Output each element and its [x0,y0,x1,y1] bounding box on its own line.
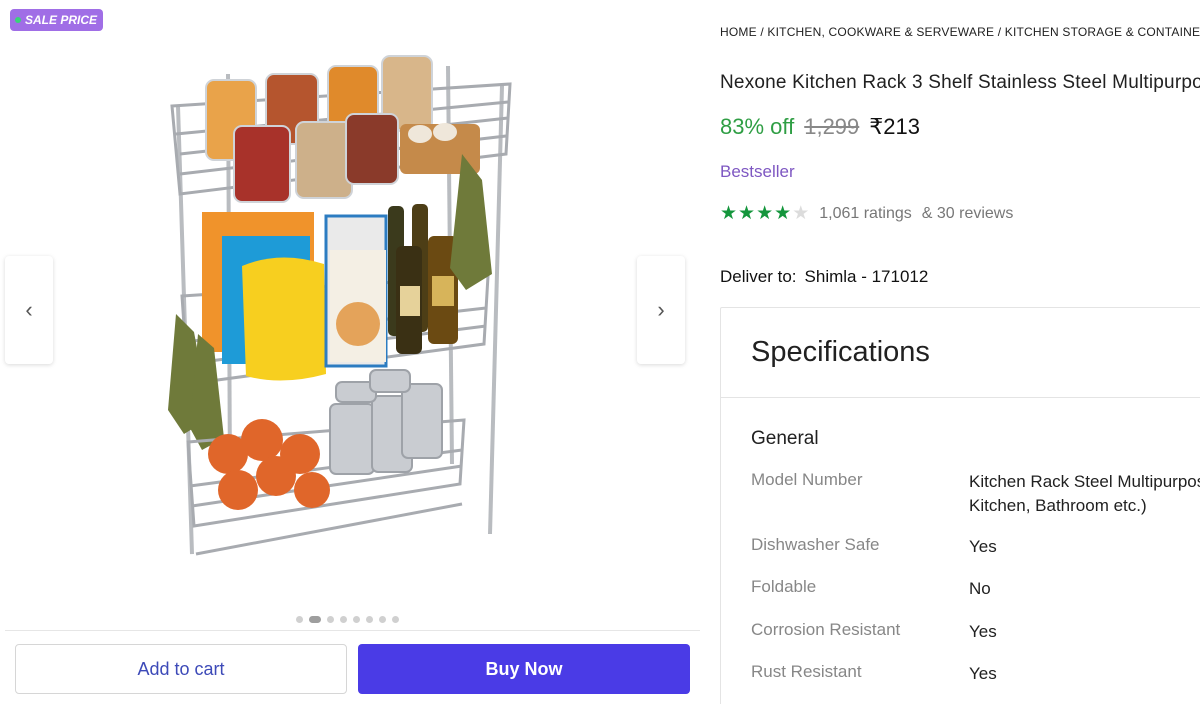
badge-dot-icon [15,17,21,23]
rating-row[interactable]: ★ ★ ★ ★ ★ 1,061 ratings & 30 reviews [720,202,1013,225]
spec-value: No [969,579,991,598]
spec-value: Kitchen Rack Steel Multipurpose Kitchen,… [969,470,1200,518]
spec-key: Model Number [751,470,863,489]
breadcrumb-separator: / [994,25,1005,39]
breadcrumb-separator: / [756,25,768,39]
deliver-label: Deliver to: [720,267,797,286]
rating-stars: ★ ★ ★ ★ ★ [720,202,809,225]
carousel-dot[interactable] [296,616,303,623]
chevron-left-icon: ‹ [25,297,33,322]
image-gallery: SALE PRICE ‹ › Add to cart Buy Now [0,0,705,704]
carousel-dot[interactable] [340,616,347,623]
star-icon: ★ [720,203,738,224]
carousel-dot[interactable] [327,616,334,623]
discount-percent: 83% off [720,114,795,139]
spec-key: Dishwasher Safe [751,535,880,554]
add-to-cart-button[interactable]: Add to cart [15,644,347,694]
spec-value-line: Kitchen Rack Steel Multipurpose [969,472,1200,491]
breadcrumb-link[interactable]: KITCHEN, COOKWARE & SERVEWARE [767,25,994,39]
carousel-dot[interactable] [309,616,321,623]
delivery-location[interactable]: Deliver to: Shimla - 171012 [720,267,928,287]
star-icon: ★ [756,203,774,224]
prev-image-button[interactable]: ‹ [5,256,53,364]
product-image[interactable] [110,14,580,604]
buy-now-button[interactable]: Buy Now [358,644,690,694]
carousel-dot[interactable] [366,616,373,623]
original-price: 1,299 [804,114,860,139]
price-row: 83% off 1,299 ₹213 [720,114,920,140]
spec-section-title: General [751,428,819,449]
breadcrumb: HOME / KITCHEN, COOKWARE & SERVEWARE / K… [720,25,1200,39]
star-icon: ★ [738,203,756,224]
spec-value: Yes [969,537,997,556]
deliver-pincode: Shimla - 171012 [804,267,929,286]
sale-price-label: SALE PRICE [25,13,98,27]
breadcrumb-link[interactable]: HOME [720,25,757,39]
ratings-count: 1,061 ratings [819,204,912,222]
carousel-dots [0,616,695,623]
specifications-heading: Specifications [721,308,1200,398]
sale-price-badge: SALE PRICE [10,9,104,31]
breadcrumb-link[interactable]: KITCHEN STORAGE & CONTAINERS [1005,25,1200,39]
bestseller-tag: Bestseller [720,162,795,181]
spec-value: Yes [969,622,997,641]
specifications-card: Specifications General Model Number Kitc… [720,307,1200,704]
spec-value: Yes [969,664,997,683]
carousel-dot[interactable] [353,616,360,623]
next-image-button[interactable]: › [637,256,685,364]
product-details: HOME / KITCHEN, COOKWARE & SERVEWARE / K… [720,0,1200,704]
star-icon: ★ [774,203,792,224]
product-page: SALE PRICE ‹ › Add to cart Buy Now HOME … [0,0,1200,704]
spec-value-line: Kitchen, Bathroom etc.) [969,496,1147,515]
spec-key: Rust Resistant [751,662,862,681]
spec-key: Foldable [751,577,817,596]
carousel-dot[interactable] [379,616,386,623]
product-title: Nexone Kitchen Rack 3 Shelf Stainless St… [720,72,1200,93]
reviews-count: & 30 reviews [921,204,1014,222]
star-icon: ★ [792,203,810,224]
selling-price: ₹213 [869,114,920,139]
chevron-right-icon: › [657,297,665,322]
carousel-dot[interactable] [392,616,399,623]
action-bar: Add to cart Buy Now [5,630,700,704]
spec-key: Corrosion Resistant [751,620,901,639]
